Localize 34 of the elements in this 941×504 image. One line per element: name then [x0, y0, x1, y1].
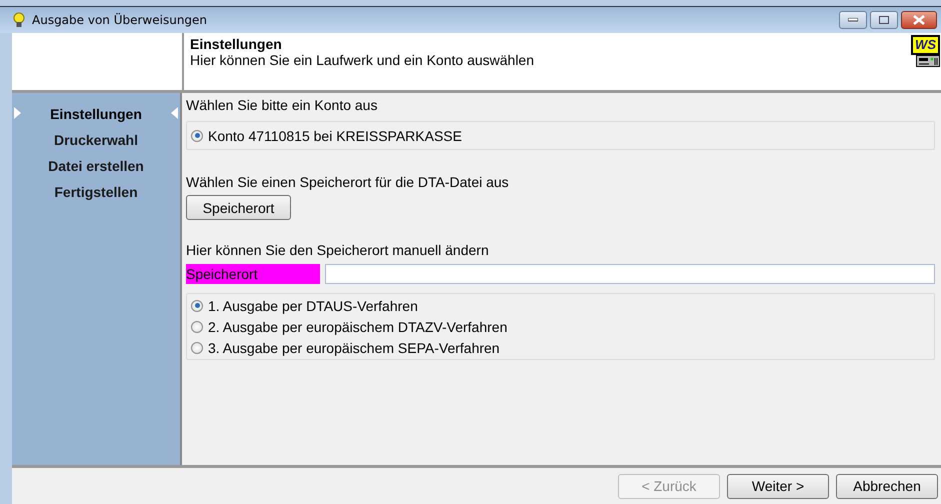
- page-subtitle: Hier können Sie ein Laufwerk und ein Konto auswählen: [190, 52, 536, 68]
- lightbulb-icon: [12, 12, 26, 28]
- step-item[interactable]: Fertigstellen: [54, 184, 138, 200]
- step-item[interactable]: Datei erstellen: [48, 158, 144, 174]
- arrow-left-icon: [171, 107, 178, 119]
- field-label: Speicherort: [186, 264, 320, 284]
- window-title: Ausgabe von Überweisungen: [32, 13, 208, 27]
- arrow-right-icon: [14, 107, 21, 119]
- format-option: 3. Ausgabe per europäischem SEPA-Verfahren: [208, 340, 500, 356]
- maximize-icon: [879, 16, 889, 24]
- account-option: Konto 47110815 bei KREISSPARKASSE: [208, 128, 462, 144]
- close-icon: [913, 15, 925, 25]
- page-title: Einstellungen: [190, 36, 283, 52]
- section-label: Wählen Sie einen Speicherort für die DTA-Datei aus: [186, 173, 510, 192]
- radio-button[interactable]: [191, 300, 203, 312]
- format-option: 1. Ausgabe per DTAUS-Verfahren: [208, 298, 418, 314]
- step-item[interactable]: Einstellungen: [50, 106, 142, 122]
- minimize-button[interactable]: [839, 11, 867, 29]
- minimize-icon: [848, 18, 858, 22]
- logo: WS: [911, 35, 940, 55]
- radio-button[interactable]: [191, 320, 203, 332]
- section-label: Hier können Sie den Speicherort manuell ändern: [186, 241, 490, 260]
- format-option: 2. Ausgabe per europäischem DTAZV-Verfahren: [208, 318, 508, 334]
- maximize-button[interactable]: [870, 11, 898, 29]
- wizard-button[interactable]: Weiter >: [727, 474, 829, 498]
- path-input-field[interactable]: [325, 264, 935, 284]
- location-button[interactable]: Speicherort: [186, 195, 291, 220]
- wizard-button[interactable]: Abbrechen: [836, 474, 938, 498]
- close-button[interactable]: [901, 11, 937, 29]
- radio-button[interactable]: [191, 130, 203, 142]
- computer-icon: [916, 55, 940, 67]
- radio-button[interactable]: [191, 342, 203, 354]
- step-item[interactable]: Druckerwahl: [54, 132, 138, 148]
- section-label: Wählen Sie bitte ein Konto aus: [186, 96, 378, 115]
